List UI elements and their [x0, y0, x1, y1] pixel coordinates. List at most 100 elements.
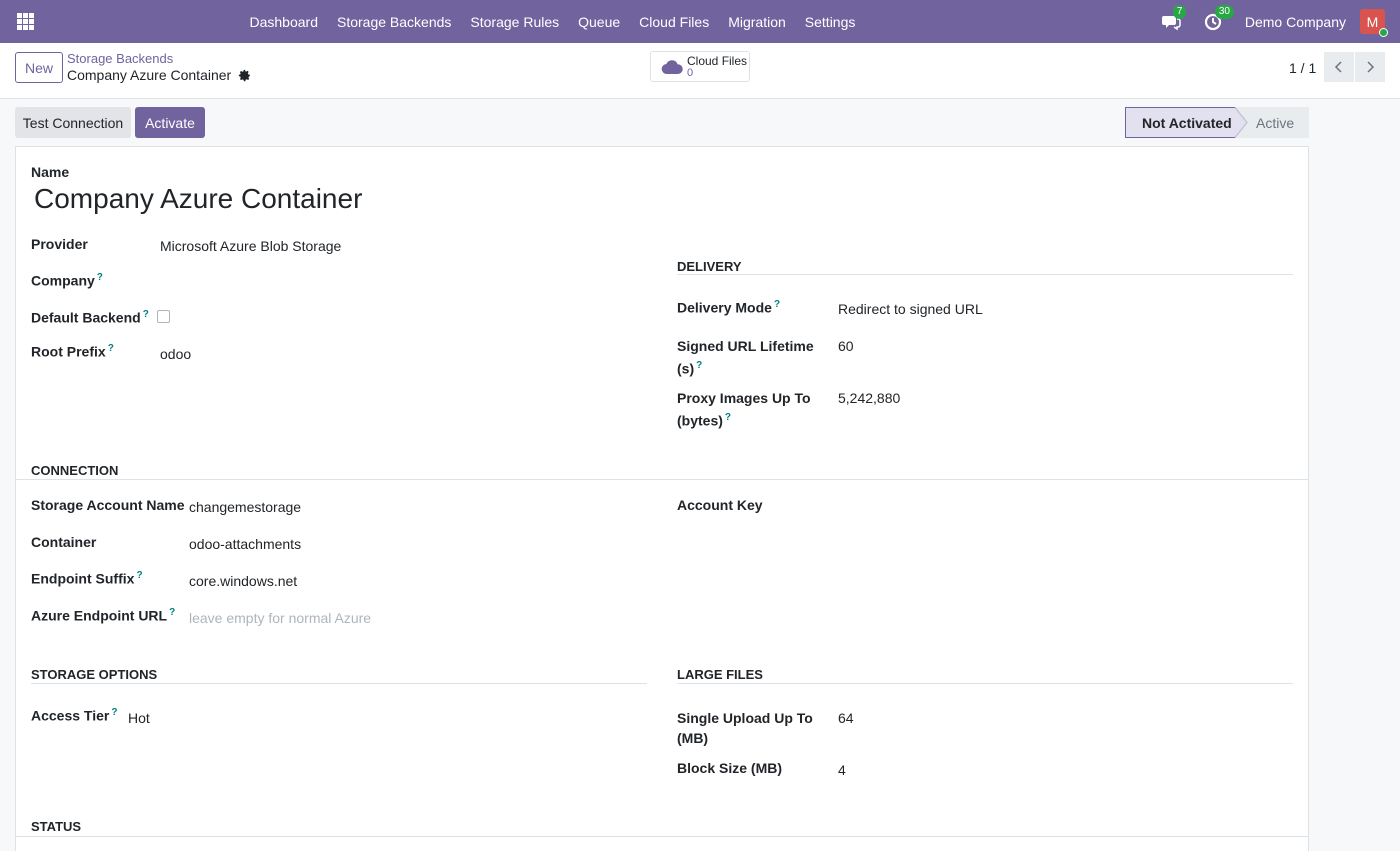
azure-endpoint-url-label-text: Azure Endpoint URL [31, 607, 168, 624]
apps-menu-icon[interactable] [17, 13, 34, 30]
access-tier-label: Access Tier? [31, 707, 117, 724]
access-tier-label-text: Access Tier [31, 707, 110, 724]
proxy-images-field[interactable]: 5,242,880 [838, 390, 900, 406]
storage-options-divider [31, 683, 647, 684]
chevron-right-icon [1367, 61, 1375, 73]
company-label-text: Company [31, 272, 95, 289]
activities-count-badge: 30 [1214, 4, 1234, 19]
name-label: Name [31, 164, 70, 180]
help-icon[interactable]: ? [111, 707, 117, 718]
account-key-label: Account Key [677, 497, 763, 513]
cloud-files-smart-button[interactable]: Cloud Files 0 [650, 51, 750, 82]
name-field[interactable]: Company Azure Container [34, 183, 362, 215]
proxy-images-label-line1: Proxy Images Up To [677, 390, 811, 406]
help-icon[interactable]: ? [136, 570, 142, 581]
delivery-mode-label-text: Delivery Mode [677, 299, 772, 316]
proxy-images-label-line2: (bytes) [677, 412, 723, 429]
signed-url-lifetime-label: Signed URL Lifetime (s)? [677, 336, 814, 379]
pager-previous-button[interactable] [1324, 52, 1354, 82]
breadcrumb-current: Company Azure Container [67, 67, 251, 83]
help-icon[interactable]: ? [143, 309, 149, 320]
root-prefix-label-text: Root Prefix [31, 343, 106, 360]
endpoint-suffix-label: Endpoint Suffix? [31, 570, 143, 587]
user-avatar[interactable]: M [1360, 9, 1388, 37]
status-divider [16, 836, 1308, 837]
endpoint-suffix-label-text: Endpoint Suffix [31, 570, 135, 587]
delivery-divider [677, 274, 1293, 275]
chevron-left-icon [1334, 61, 1342, 73]
single-upload-field[interactable]: 64 [838, 710, 854, 726]
help-icon[interactable]: ? [774, 299, 780, 310]
test-connection-button[interactable]: Test Connection [15, 107, 131, 138]
help-icon[interactable]: ? [725, 412, 731, 423]
menu-storage-backends[interactable]: Storage Backends [328, 14, 461, 30]
messages-button[interactable]: 7 [1161, 4, 1187, 32]
default-backend-checkbox[interactable] [157, 310, 170, 323]
signed-url-lifetime-label-line1: Signed URL Lifetime [677, 338, 814, 354]
help-icon[interactable]: ? [97, 272, 103, 283]
activities-button[interactable]: 30 [1203, 4, 1234, 32]
account-key-field[interactable] [838, 497, 1278, 517]
storage-account-name-field[interactable]: changemestorage [189, 499, 301, 515]
storage-account-name-label: Storage Account Name [31, 497, 185, 513]
root-prefix-label: Root Prefix? [31, 343, 114, 360]
default-backend-label-text: Default Backend [31, 309, 141, 326]
help-icon[interactable]: ? [108, 343, 114, 354]
smart-button-count: 0 [687, 66, 694, 79]
block-size-field[interactable]: 4 [838, 762, 846, 778]
azure-endpoint-url-field[interactable]: leave empty for normal Azure [189, 610, 371, 626]
provider-label: Provider [31, 236, 88, 252]
main-menu: Dashboard Storage Backends Storage Rules… [240, 0, 865, 43]
block-size-label: Block Size (MB) [677, 760, 783, 776]
control-panel: New Storage Backends Company Azure Conta… [0, 43, 1400, 99]
avatar-letter: M [1366, 13, 1379, 30]
status-section-title: STATUS [31, 819, 82, 834]
status-not-activated[interactable]: Not Activated [1142, 115, 1232, 131]
help-icon[interactable]: ? [696, 360, 702, 371]
default-backend-label: Default Backend? [31, 309, 149, 326]
messages-count-badge: 7 [1172, 4, 1187, 19]
menu-queue[interactable]: Queue [569, 14, 630, 30]
connection-section-title: CONNECTION [31, 463, 119, 478]
menu-dashboard[interactable]: Dashboard [240, 14, 328, 30]
single-upload-label: Single Upload Up To (MB) [677, 708, 813, 748]
menu-settings[interactable]: Settings [795, 14, 865, 30]
large-files-section-title: LARGE FILES [677, 667, 763, 682]
signed-url-lifetime-field[interactable]: 60 [838, 338, 854, 354]
delivery-mode-label: Delivery Mode? [677, 299, 780, 316]
pager-value[interactable]: 1 / 1 [1289, 60, 1316, 76]
provider-field[interactable]: Microsoft Azure Blob Storage [160, 238, 341, 254]
company-label: Company? [31, 272, 103, 289]
top-navbar: Dashboard Storage Backends Storage Rules… [0, 0, 1400, 43]
storage-options-section-title: STORAGE OPTIONS [31, 667, 158, 682]
online-status-dot [1379, 28, 1388, 37]
azure-endpoint-url-label: Azure Endpoint URL? [31, 607, 175, 624]
proxy-images-label: Proxy Images Up To (bytes)? [677, 388, 811, 431]
endpoint-suffix-field[interactable]: core.windows.net [189, 573, 297, 589]
cloud-icon [661, 59, 683, 74]
delivery-section-title: DELIVERY [677, 259, 742, 274]
menu-cloud-files[interactable]: Cloud Files [630, 14, 719, 30]
menu-storage-rules[interactable]: Storage Rules [461, 14, 569, 30]
large-files-divider [677, 683, 1293, 684]
company-switcher[interactable]: Demo Company [1245, 14, 1346, 30]
new-button[interactable]: New [15, 52, 63, 83]
smart-button-label: Cloud Files [687, 53, 748, 68]
help-icon[interactable]: ? [169, 607, 175, 618]
breadcrumb-current-label: Company Azure Container [67, 67, 232, 83]
access-tier-field[interactable]: Hot [128, 710, 150, 726]
breadcrumb-parent[interactable]: Storage Backends [67, 51, 173, 66]
single-upload-label-line2: (MB) [677, 730, 709, 746]
activate-button[interactable]: Activate [135, 107, 205, 138]
gear-icon[interactable] [238, 69, 251, 82]
single-upload-label-line1: Single Upload Up To [677, 710, 813, 726]
container-label: Container [31, 534, 97, 550]
container-field[interactable]: odoo-attachments [189, 536, 301, 552]
company-field[interactable] [160, 272, 460, 292]
root-prefix-field[interactable]: odoo [160, 346, 191, 362]
status-active[interactable]: Active [1256, 115, 1294, 131]
signed-url-lifetime-label-line2: (s) [677, 360, 695, 377]
delivery-mode-field[interactable]: Redirect to signed URL [838, 301, 983, 317]
pager-next-button[interactable] [1355, 52, 1385, 82]
menu-migration[interactable]: Migration [719, 14, 796, 30]
